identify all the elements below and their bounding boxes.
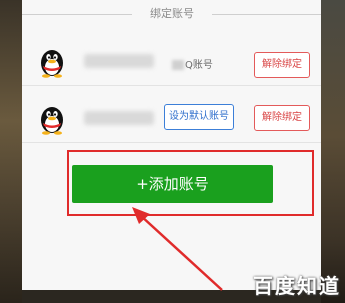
watermark: 百度知道 — [253, 274, 341, 298]
annotation-arrow — [132, 207, 223, 291]
